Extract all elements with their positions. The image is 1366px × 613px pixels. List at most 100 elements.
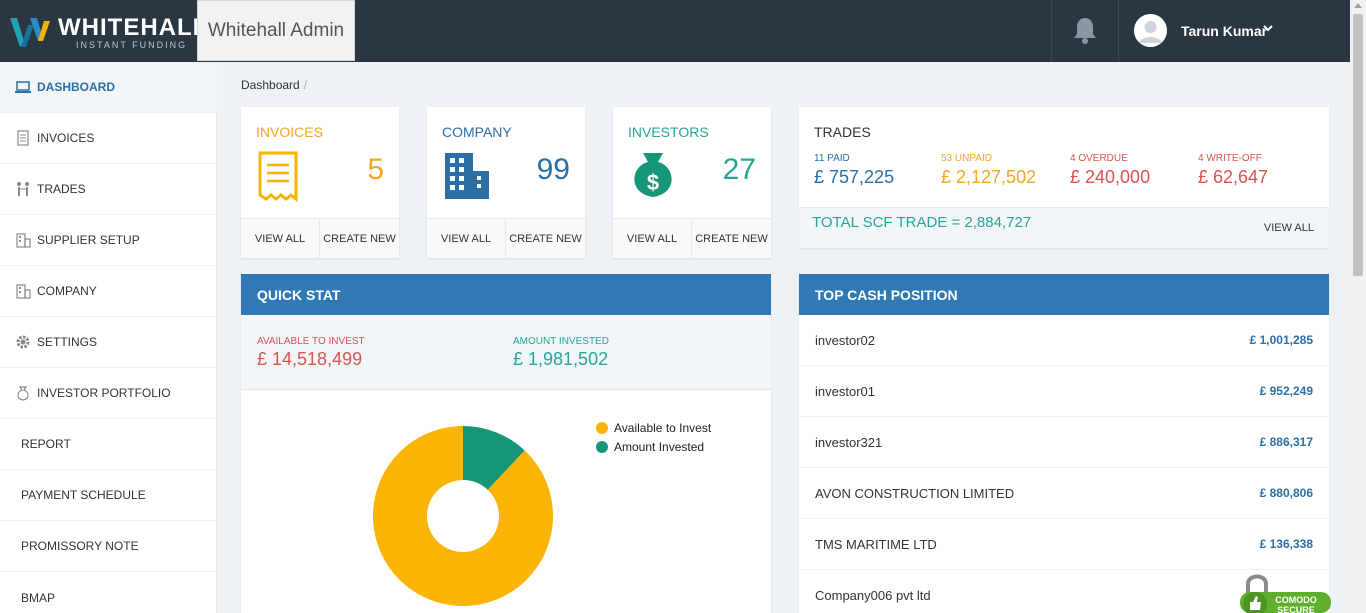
sidebar-item-label: REPORT xyxy=(21,437,71,451)
card-title: COMPANY xyxy=(442,124,512,140)
stat-amount: £ 240,000 xyxy=(1070,167,1151,187)
total-scf-trade: TOTAL SCF TRADE = 2,884,727 xyxy=(812,214,1032,231)
panel-title: QUICK STAT xyxy=(241,274,771,315)
card-title: INVOICES xyxy=(256,124,323,140)
document-icon xyxy=(17,130,29,146)
sidebar-item-investor-portfolio[interactable]: INVESTOR PORTFOLIO xyxy=(0,368,217,419)
investor-name: Company006 pvt ltd xyxy=(815,588,931,603)
user-name[interactable]: Tarun Kumar xyxy=(1181,23,1267,39)
scroll-thumb[interactable] xyxy=(1353,14,1363,276)
table-row[interactable]: AVON CONSTRUCTION LIMITED £ 880,806 xyxy=(799,468,1329,519)
table-row[interactable]: investor321 £ 886,317 xyxy=(799,417,1329,468)
sidebar-item-dashboard[interactable]: DASHBOARD xyxy=(0,62,217,113)
trades-paid: 11 PAID £ 757,225 xyxy=(814,153,894,188)
table-row[interactable]: investor02 £ 1,001,285 xyxy=(799,315,1329,366)
investor-name: investor01 xyxy=(815,384,875,399)
admin-title[interactable]: Whitehall Admin xyxy=(197,0,355,61)
legend-item[interactable]: Amount Invested xyxy=(596,437,711,456)
building-icon xyxy=(16,284,31,299)
top-cash-position-panel: TOP CASH POSITION investor02 £ 1,001,285… xyxy=(799,274,1329,613)
trades-icon xyxy=(17,182,29,196)
investor-name: investor02 xyxy=(815,333,875,348)
sidebar-item-trades[interactable]: TRADES xyxy=(0,164,217,215)
cash-value: £ 1,001,285 xyxy=(1249,333,1313,347)
stat-label: 11 PAID xyxy=(814,153,850,164)
sidebar-item-bmap[interactable]: BMAP xyxy=(0,572,217,613)
brand-subtitle: INSTANT FUNDING xyxy=(76,40,188,50)
money-bag-icon: $ xyxy=(634,153,672,197)
breadcrumb: Dashboard / xyxy=(241,78,307,92)
sidebar-item-payment-schedule[interactable]: PAYMENT SCHEDULE xyxy=(0,470,217,521)
brand-name: WHITEHALL xyxy=(58,14,209,41)
table-row[interactable]: investor01 £ 952,249 xyxy=(799,366,1329,417)
sidebar-item-label: DASHBOARD xyxy=(37,80,115,94)
sidebar-item-company[interactable]: COMPANY xyxy=(0,266,217,317)
investors-count: 27 xyxy=(722,153,756,186)
create-new-company-link[interactable]: CREATE NEW xyxy=(506,219,585,258)
legend-label: Available to Invest xyxy=(614,420,712,435)
avatar[interactable] xyxy=(1134,14,1167,47)
investors-card: INVESTORS $ 27 VIEW ALL CREATE NEW xyxy=(613,107,771,258)
stat-label: 4 OVERDUE xyxy=(1070,153,1128,164)
stat-label: 4 WRITE-OFF xyxy=(1198,153,1262,164)
table-row[interactable]: TMS MARITIME LTD £ 136,338 xyxy=(799,519,1329,570)
company-card: COMPANY 99 VIEW ALL CREATE NEW xyxy=(427,107,585,258)
sidebar-item-label: INVOICES xyxy=(37,131,95,145)
stat-label: AMOUNT INVESTED xyxy=(513,336,609,347)
sidebar-item-supplier-setup[interactable]: SUPPLIER SETUP xyxy=(0,215,217,266)
company-count: 99 xyxy=(536,153,570,186)
sidebar-item-promissory-note[interactable]: PROMISSORY NOTE xyxy=(0,521,217,572)
cash-value: £ 886,317 xyxy=(1259,435,1313,449)
sidebar: DASHBOARD INVOICES TRADES SUPPLIER SETUP… xyxy=(0,62,217,613)
investor-name: TMS MARITIME LTD xyxy=(815,537,937,552)
breadcrumb-current[interactable]: Dashboard xyxy=(241,78,300,92)
sidebar-item-label: COMPANY xyxy=(37,284,97,298)
sidebar-item-settings[interactable]: SETTINGS xyxy=(0,317,217,368)
legend-swatch xyxy=(596,421,608,434)
badge-line2: SECURE xyxy=(1277,605,1315,613)
legend-item[interactable]: Available to Invest xyxy=(596,418,711,437)
notification-bell-icon[interactable] xyxy=(1072,16,1098,44)
comodo-secure-badge[interactable]: COMODO SECURE xyxy=(1238,572,1333,613)
trades-footer: TOTAL SCF TRADE = 2,884,727 VIEW ALL xyxy=(799,207,1329,248)
stat-amount: £ 1,981,502 xyxy=(513,349,609,369)
brand-logo[interactable]: WHITEHALL INSTANT FUNDING xyxy=(10,12,207,52)
gear-icon xyxy=(16,335,30,349)
trades-card: TRADES 11 PAID £ 757,225 53 UNPAID £ 2,1… xyxy=(799,107,1329,248)
laptop-icon xyxy=(15,81,31,93)
create-new-invoice-link[interactable]: CREATE NEW xyxy=(320,219,399,258)
view-all-investors-link[interactable]: VIEW ALL xyxy=(613,219,692,258)
divider xyxy=(1118,0,1119,62)
sidebar-item-report[interactable]: REPORT xyxy=(0,419,217,470)
sidebar-item-invoices[interactable]: INVOICES xyxy=(0,113,217,164)
badge-line1: COMODO xyxy=(1275,595,1317,605)
scroll-up-arrow-icon[interactable] xyxy=(1354,3,1362,8)
stat-amount: £ 14,518,499 xyxy=(257,349,363,369)
cash-value: £ 952,249 xyxy=(1259,384,1313,398)
create-new-investor-link[interactable]: CREATE NEW xyxy=(692,219,771,258)
chevron-down-icon[interactable] xyxy=(1263,23,1273,36)
sidebar-item-label: PROMISSORY NOTE xyxy=(21,539,139,553)
view-all-invoices-link[interactable]: VIEW ALL xyxy=(241,219,320,258)
view-all-trades-link[interactable]: VIEW ALL xyxy=(1264,222,1314,234)
trades-unpaid: 53 UNPAID £ 2,127,502 xyxy=(941,153,1036,188)
stat-label: AVAILABLE TO INVEST xyxy=(257,336,365,347)
card-title: INVESTORS xyxy=(628,124,709,140)
sidebar-item-label: SETTINGS xyxy=(37,335,98,349)
divider xyxy=(1051,0,1052,62)
investor-name: AVON CONSTRUCTION LIMITED xyxy=(815,486,1015,501)
card-footer: VIEW ALL CREATE NEW xyxy=(241,218,399,258)
stat-amount: £ 62,647 xyxy=(1198,167,1269,187)
svg-text:$: $ xyxy=(647,170,659,195)
scrollbar[interactable] xyxy=(1350,0,1366,613)
cash-value: £ 880,806 xyxy=(1259,486,1313,500)
receipt-icon xyxy=(258,151,298,203)
invoices-card: INVOICES 5 VIEW ALL CREATE NEW xyxy=(241,107,399,258)
top-bar: WHITEHALL INSTANT FUNDING Whitehall Admi… xyxy=(0,0,1350,62)
sidebar-item-label: PAYMENT SCHEDULE xyxy=(21,488,146,502)
building-icon xyxy=(16,233,31,248)
legend-label: Amount Invested xyxy=(614,439,705,454)
card-footer: VIEW ALL CREATE NEW xyxy=(427,218,585,258)
view-all-companies-link[interactable]: VIEW ALL xyxy=(427,219,506,258)
stat-label: 53 UNPAID xyxy=(941,153,992,164)
